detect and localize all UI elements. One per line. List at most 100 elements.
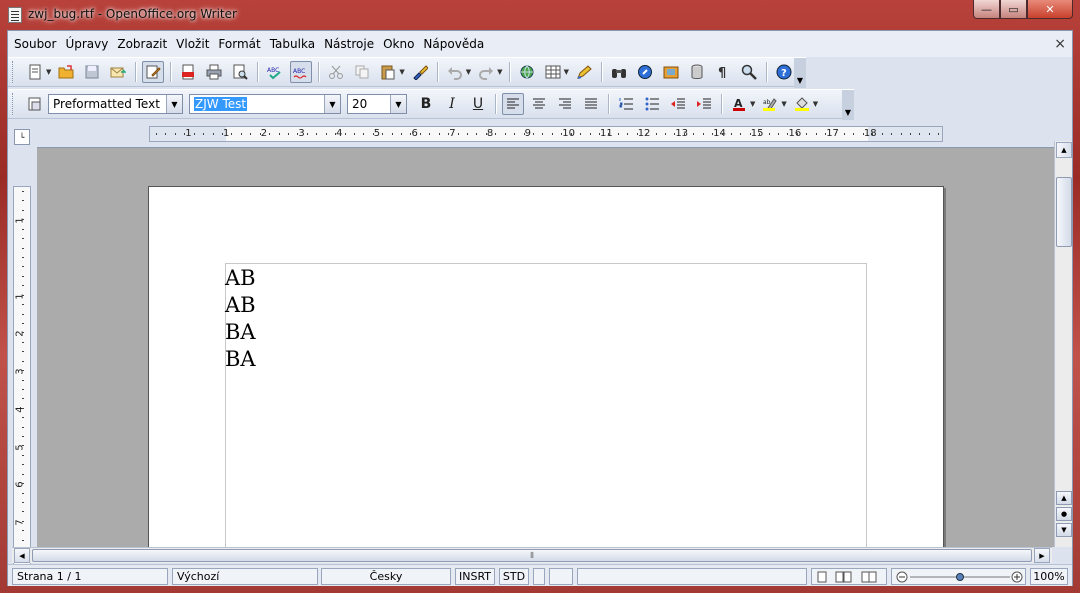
- chevron-down-icon[interactable]: ▼: [497, 68, 502, 76]
- new-document-button[interactable]: [24, 61, 46, 83]
- scroll-right-button[interactable]: ▶: [1034, 548, 1050, 563]
- edit-mode-button[interactable]: [142, 61, 165, 83]
- chevron-down-icon[interactable]: ▼: [813, 100, 818, 108]
- chevron-down-icon[interactable]: ▼: [390, 95, 406, 113]
- document-line[interactable]: AB: [225, 293, 256, 317]
- chevron-down-icon[interactable]: ▼: [46, 68, 51, 76]
- chevron-down-icon[interactable]: ▼: [399, 68, 404, 76]
- spellcheck-button[interactable]: ABC: [264, 61, 286, 83]
- menu-format[interactable]: Formát: [218, 37, 260, 51]
- page-indicator[interactable]: Strana 1 / 1: [12, 568, 168, 585]
- font-name-select[interactable]: ZJW Test ▼: [189, 94, 341, 114]
- tab-stop-selector[interactable]: └: [14, 129, 30, 145]
- chevron-down-icon[interactable]: ▼: [466, 68, 471, 76]
- horizontal-ruler[interactable]: 1 1 2 3 4 5 6 7 8 9 10 11 12 13 14 15 16 17 18: [149, 126, 943, 142]
- menu-tabulka[interactable]: Tabulka: [270, 37, 315, 51]
- chevron-down-icon[interactable]: ▼: [564, 68, 569, 76]
- vertical-ruler[interactable]: 1 1 2 3 4 5 6 7: [13, 186, 31, 578]
- undo-button[interactable]: [444, 61, 466, 83]
- align-left-button[interactable]: [502, 93, 524, 115]
- draw-functions-button[interactable]: [573, 61, 595, 83]
- menu-soubor[interactable]: Soubor: [14, 37, 56, 51]
- document-line[interactable]: AB: [225, 266, 256, 290]
- auto-spellcheck-button[interactable]: ABC: [290, 61, 313, 83]
- bullets-button[interactable]: [641, 93, 663, 115]
- underline-button[interactable]: U: [467, 93, 489, 115]
- title-bar[interactable]: zwj_bug.rtf - OpenOffice.org Writer — ▭ …: [0, 0, 1080, 30]
- language-indicator[interactable]: Česky: [321, 568, 451, 585]
- align-right-button[interactable]: [554, 93, 576, 115]
- background-color-button[interactable]: [791, 93, 813, 115]
- redo-button[interactable]: [475, 61, 497, 83]
- chevron-down-icon[interactable]: ▼: [166, 95, 182, 113]
- zoom-value[interactable]: 100%: [1030, 568, 1068, 585]
- help-button[interactable]: ?: [773, 61, 795, 83]
- styles-formatting-button[interactable]: [24, 93, 46, 115]
- align-center-button[interactable]: [528, 93, 550, 115]
- find-replace-button[interactable]: [608, 61, 630, 83]
- scroll-up-button[interactable]: ▲: [1056, 142, 1072, 158]
- vertical-scroll-thumb[interactable]: [1056, 177, 1072, 247]
- close-document-button[interactable]: ×: [1054, 36, 1066, 52]
- horizontal-scroll-thumb[interactable]: ⦀: [32, 549, 1032, 562]
- decrease-indent-button[interactable]: [667, 93, 689, 115]
- font-color-button[interactable]: A: [728, 93, 750, 115]
- menu-napoveda[interactable]: Nápověda: [423, 37, 484, 51]
- toolbar-grip[interactable]: [12, 61, 16, 83]
- zoom-slider[interactable]: [891, 568, 1026, 585]
- paste-button[interactable]: [377, 61, 399, 83]
- menu-vlozit[interactable]: Vložit: [176, 37, 209, 51]
- page-style-indicator[interactable]: Výchozí: [172, 568, 318, 585]
- next-page-button[interactable]: ▼: [1056, 523, 1072, 537]
- chevron-down-icon[interactable]: ▼: [750, 100, 755, 108]
- menu-okno[interactable]: Okno: [383, 37, 414, 51]
- print-preview-button[interactable]: [229, 61, 251, 83]
- email-button[interactable]: [107, 61, 129, 83]
- toolbar-overflow-button[interactable]: ▼: [794, 58, 806, 88]
- menu-upravy[interactable]: Úpravy: [65, 37, 108, 51]
- paragraph-style-select[interactable]: Preformatted Text ▼: [48, 94, 183, 114]
- maximize-button[interactable]: ▭: [1000, 0, 1027, 19]
- insert-mode-indicator[interactable]: INSRT: [455, 568, 495, 585]
- menu-zobrazit[interactable]: Zobrazit: [117, 37, 167, 51]
- highlighting-button[interactable]: ab: [759, 93, 781, 115]
- cut-button[interactable]: [325, 61, 347, 83]
- justify-button[interactable]: [580, 93, 602, 115]
- document-line[interactable]: BA: [225, 347, 256, 371]
- menu-nastroje[interactable]: Nástroje: [324, 37, 374, 51]
- navigation-button[interactable]: ●: [1056, 507, 1072, 521]
- previous-page-button[interactable]: ▲: [1056, 491, 1072, 505]
- table-button[interactable]: [542, 61, 564, 83]
- horizontal-scrollbar[interactable]: ◀ ⦀ ▶: [12, 547, 1052, 563]
- hyperlink-button[interactable]: [516, 61, 538, 83]
- open-button[interactable]: [55, 61, 77, 83]
- document-page[interactable]: AB AB BA BA: [148, 186, 944, 547]
- vertical-scrollbar[interactable]: ▲ ▲ ● ▼: [1054, 141, 1072, 547]
- minimize-button[interactable]: —: [973, 0, 1000, 19]
- scroll-left-button[interactable]: ◀: [14, 548, 30, 563]
- document-canvas[interactable]: AB AB BA BA: [37, 147, 1054, 547]
- document-modified-indicator[interactable]: [533, 568, 545, 585]
- font-size-select[interactable]: 20 ▼: [347, 94, 407, 114]
- formatting-marks-button[interactable]: ¶: [712, 61, 734, 83]
- numbering-button[interactable]: [615, 93, 637, 115]
- gallery-button[interactable]: [660, 61, 682, 83]
- data-sources-button[interactable]: [686, 61, 708, 83]
- zoom-button[interactable]: [738, 61, 760, 83]
- increase-indent-button[interactable]: [693, 93, 715, 115]
- chevron-down-icon[interactable]: ▼: [324, 95, 340, 113]
- clone-formatting-button[interactable]: [409, 61, 431, 83]
- save-button[interactable]: [81, 61, 103, 83]
- copy-button[interactable]: [351, 61, 373, 83]
- toolbar-grip[interactable]: [12, 93, 16, 115]
- signature-indicator[interactable]: [549, 568, 573, 585]
- view-layout-buttons[interactable]: [811, 568, 887, 585]
- print-button[interactable]: [203, 61, 225, 83]
- chevron-down-icon[interactable]: ▼: [781, 100, 786, 108]
- italic-button[interactable]: I: [441, 93, 463, 115]
- toolbar-overflow-button[interactable]: ▼: [842, 90, 854, 120]
- document-line[interactable]: BA: [225, 320, 256, 344]
- bold-button[interactable]: B: [415, 93, 437, 115]
- selection-mode-indicator[interactable]: STD: [499, 568, 529, 585]
- export-pdf-button[interactable]: [177, 61, 199, 83]
